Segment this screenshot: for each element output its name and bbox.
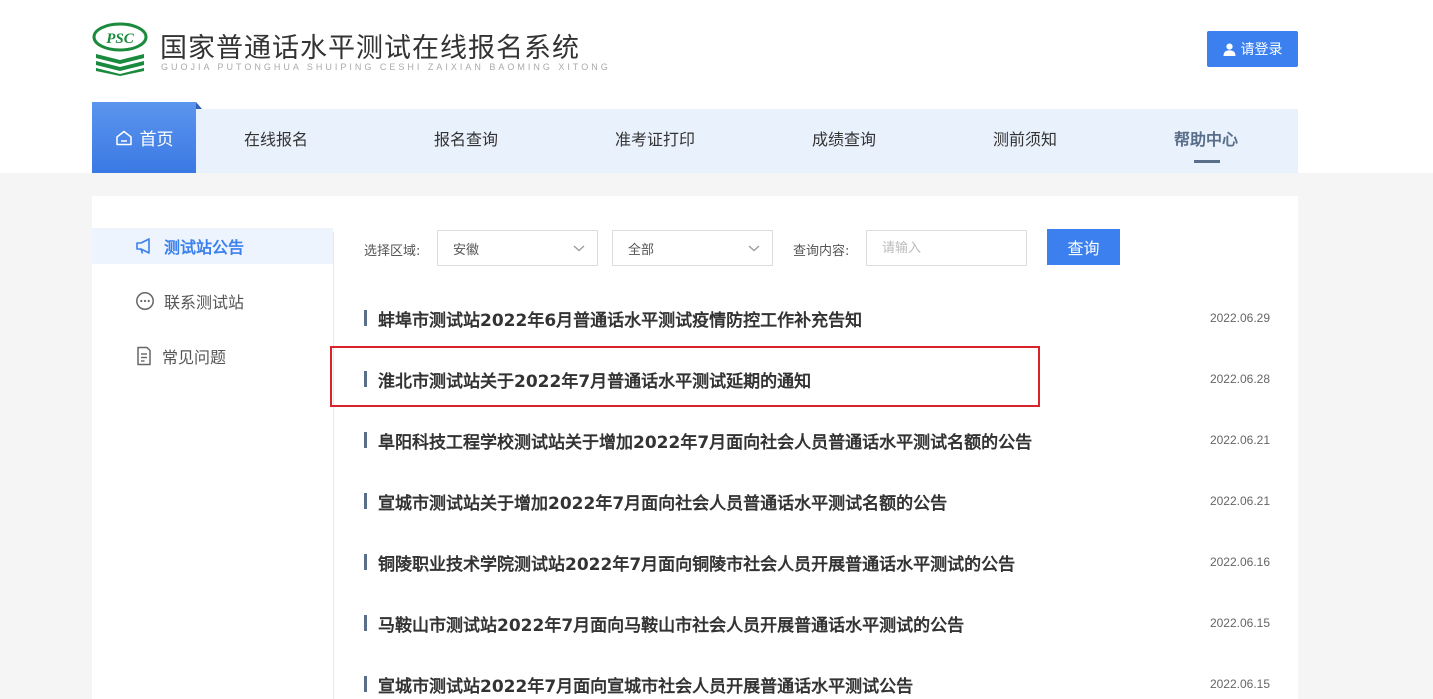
notice-date: 2022.06.15 — [1209, 616, 1270, 630]
query-input[interactable] — [866, 230, 1027, 266]
sidebar-item-contact-station[interactable]: 联系测试站 — [92, 283, 333, 319]
notice-title[interactable]: 蚌埠市测试站2022年6月普通话水平测试疫情防控工作补充告知 — [378, 306, 862, 331]
notice-row[interactable]: 宣城市测试站关于增加2022年7月面向社会人员普通话水平测试名额的公告 2022… — [364, 486, 1270, 516]
sidebar-item-label: 常见问题 — [162, 348, 227, 367]
notice-title[interactable]: 阜阳科技工程学校测试站关于增加2022年7月面向社会人员普通话水平测试名额的公告 — [378, 428, 1032, 453]
nav-home-label: 首页 — [139, 130, 174, 150]
site-subtitle: GUOJIA PUTONGHUA SHUIPING CESHI ZAIXIAN … — [161, 62, 611, 72]
notice-title[interactable]: 铜陵职业技术学院测试站2022年7月面向铜陵市社会人员开展普通话水平测试的公告 — [378, 550, 1015, 575]
chevron-down-icon — [573, 245, 585, 252]
nav-online-registration[interactable]: 在线报名 — [244, 109, 308, 173]
notice-bullet — [364, 371, 367, 387]
nav-admission-ticket-print[interactable]: 准考证打印 — [615, 109, 695, 173]
notice-bullet — [364, 615, 367, 631]
notice-bullet — [364, 676, 367, 692]
nav-active-indicator — [1194, 160, 1220, 163]
notice-date: 2022.06.28 — [1209, 372, 1270, 386]
nav-pre-test-notice[interactable]: 测前须知 — [993, 109, 1057, 173]
notice-title[interactable]: 马鞍山市测试站2022年7月面向马鞍山市社会人员开展普通话水平测试的公告 — [378, 611, 964, 636]
notice-date: 2022.06.21 — [1209, 494, 1270, 508]
svg-text:PSC: PSC — [106, 31, 135, 47]
login-button[interactable]: 请登录 — [1207, 31, 1298, 67]
query-button[interactable]: 查询 — [1047, 229, 1120, 265]
notice-title[interactable]: 宣城市测试站关于增加2022年7月面向社会人员普通话水平测试名额的公告 — [378, 489, 947, 514]
notice-date: 2022.06.21 — [1209, 433, 1270, 447]
document-icon — [137, 346, 151, 366]
nav-help-center[interactable]: 帮助中心 — [1174, 109, 1238, 173]
region-select-value: 安徽 — [453, 242, 480, 258]
nav-registration-query[interactable]: 报名查询 — [434, 109, 498, 173]
nav-home[interactable]: 首页 — [92, 102, 202, 173]
query-label: 查询内容: — [793, 244, 850, 259]
notice-bullet — [364, 432, 367, 448]
notice-row[interactable]: 淮北市测试站关于2022年7月普通话水平测试延期的通知 2022.06.28 — [364, 364, 1270, 394]
region-label: 选择区域: — [364, 244, 421, 259]
sidebar-item-faq[interactable]: 常见问题 — [92, 338, 333, 374]
home-icon — [115, 130, 132, 145]
region-select[interactable]: 安徽 — [437, 230, 598, 266]
notice-bullet — [364, 310, 367, 326]
chevron-down-icon — [748, 245, 760, 252]
notice-bullet — [364, 554, 367, 570]
psc-logo[interactable]: PSC — [92, 22, 148, 76]
user-icon — [1223, 43, 1235, 56]
sidebar-item-label: 联系测试站 — [164, 293, 245, 312]
notice-row[interactable]: 蚌埠市测试站2022年6月普通话水平测试疫情防控工作补充告知 2022.06.2… — [364, 303, 1270, 333]
site-header: PSC 国家普通话水平测试在线报名系统 GUOJIA PUTONGHUA SHU… — [0, 0, 1433, 173]
chat-icon — [136, 292, 154, 310]
site-title: 国家普通话水平测试在线报名系统 — [160, 33, 580, 64]
notice-title[interactable]: 淮北市测试站关于2022年7月普通话水平测试延期的通知 — [378, 367, 811, 392]
notice-title[interactable]: 宣城市测试站2022年7月面向宣城市社会人员开展普通话水平测试公告 — [378, 672, 913, 697]
megaphone-icon — [136, 238, 150, 254]
sidebar-item-label: 测试站公告 — [164, 238, 245, 257]
category-select-value: 全部 — [628, 242, 655, 258]
notice-date: 2022.06.29 — [1209, 311, 1270, 325]
notice-row[interactable]: 宣城市测试站2022年7月面向宣城市社会人员开展普通话水平测试公告 2022.0… — [364, 669, 1270, 699]
nav-score-query[interactable]: 成绩查询 — [812, 109, 876, 173]
notice-row[interactable]: 马鞍山市测试站2022年7月面向马鞍山市社会人员开展普通话水平测试的公告 202… — [364, 608, 1270, 638]
notice-row[interactable]: 铜陵职业技术学院测试站2022年7月面向铜陵市社会人员开展普通话水平测试的公告 … — [364, 547, 1270, 577]
category-select[interactable]: 全部 — [612, 230, 773, 266]
notice-date: 2022.06.16 — [1209, 555, 1270, 569]
sidebar-divider — [333, 232, 334, 699]
login-label: 请登录 — [1240, 42, 1283, 58]
sidebar-item-station-notices[interactable]: 测试站公告 — [92, 228, 333, 264]
main-nav: 首页 在线报名 报名查询 准考证打印 成绩查询 测前须知 帮助中心 — [92, 102, 1298, 173]
notice-row[interactable]: 阜阳科技工程学校测试站关于增加2022年7月面向社会人员普通话水平测试名额的公告… — [364, 425, 1270, 455]
notice-bullet — [364, 493, 367, 509]
notice-date: 2022.06.15 — [1209, 677, 1270, 691]
main-content: 测试站公告 联系测试站 常见问题 选择区域: 安徽 全部 查询内容: 请输入 查… — [92, 196, 1298, 699]
